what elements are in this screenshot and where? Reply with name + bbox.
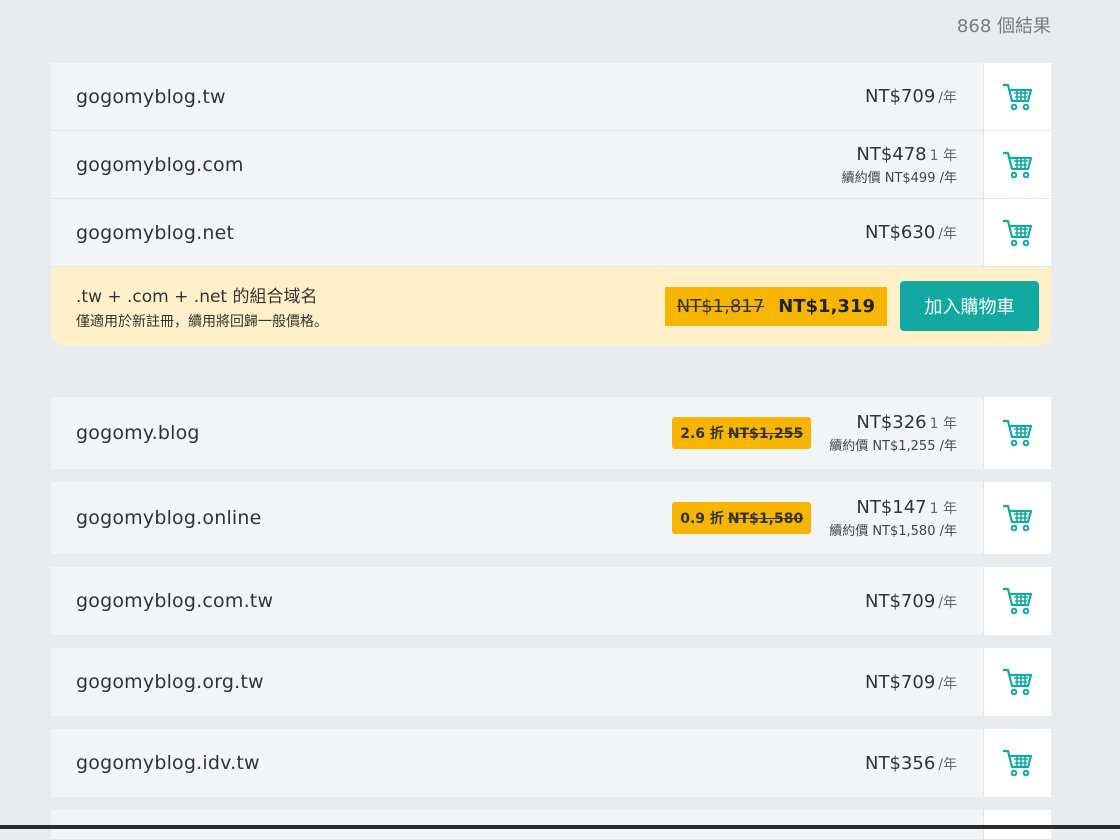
renewal-price: 續約價 NT$1,580 /年 [829,524,957,539]
pricing: NT$478 1 年 續約價 NT$499 /年 [842,131,983,198]
shopping-cart-icon [1002,83,1032,110]
add-to-cart-button[interactable] [983,131,1051,198]
domain-row: gogomyblog.com.tw NT$709/年 [51,567,1051,635]
price: NT$147 1 年 [856,497,957,518]
domain-row: gogomyblog.tw NT$709/年 [51,63,1051,131]
domain-row: gogomyblog.org.tw NT$709/年 [51,648,1051,716]
discount-badge: 0.9 折 NT$1,580 [672,502,812,534]
pricing: NT$356/年 [865,729,983,797]
shopping-cart-icon [1002,219,1032,246]
combo-new-price: NT$1,319 [778,295,875,317]
domain-row: gogomyblog.online 0.9 折 NT$1,580 NT$147 1 … [51,482,1051,554]
price: NT$326 1 年 [856,412,957,433]
combo-title: .tw + .com + .net 的組合域名 [76,286,318,307]
pricing: NT$709/年 [865,567,983,635]
add-to-cart-button[interactable] [983,648,1051,716]
pricing: NT$630/年 [865,199,983,266]
combo-old-price: NT$1,817 [676,295,765,317]
domain-name: gogomyblog.org.tw [76,671,264,693]
renewal-price: 續約價 NT$499 /年 [841,170,957,186]
add-to-cart-button[interactable] [983,482,1051,554]
pricing: 0.9 折 NT$1,580 NT$147 1 年 續約價 NT$1,580 /年 [672,482,983,554]
shopping-cart-icon [1002,151,1032,178]
domain-group-suggestions: gogomy.blog 2.6 折 NT$1,255 NT$326 1 年 續約價 … [51,397,1051,840]
combo-price-badge: NT$1,817 NT$1,319 [664,286,887,326]
shopping-cart-icon [1002,668,1032,696]
bottom-scrollbar[interactable] [0,825,1120,829]
domain-row: gogomyblog.idv.tw NT$356/年 [51,729,1051,797]
domain-name: gogomyblog.online [76,507,262,529]
price: NT$709/年 [865,590,957,612]
discount-badge: 2.6 折 NT$1,255 [672,417,812,449]
domain-row: gogomyblog.com NT$478 1 年 續約價 NT$499 /年 [51,131,1051,199]
combo-bundle-offer: .tw + .com + .net 的組合域名 僅適用於新註冊，續用將回歸一般價… [51,267,1051,345]
combo-add-to-cart-button[interactable]: 加入購物車 [900,281,1039,331]
domain-name: gogomyblog.net [76,221,235,244]
pricing: 2.6 折 NT$1,255 NT$326 1 年 續約價 NT$1,255 /年 [672,397,983,469]
add-to-cart-button[interactable] [983,397,1051,469]
domain-name: gogomyblog.tw [76,85,226,108]
shopping-cart-icon [1002,419,1032,447]
domain-name: gogomyblog.idv.tw [76,752,260,774]
add-to-cart-button[interactable] [983,567,1051,635]
domain-name: gogomyblog.com [76,153,244,176]
pricing: NT$709/年 [865,648,983,716]
domain-name: gogomyblog.com.tw [76,590,274,612]
add-to-cart-button[interactable] [983,729,1051,797]
domain-group-primary: gogomyblog.tw NT$709/年 gogomyblog.com NT… [51,63,1051,345]
domain-name: gogomy.blog [76,422,200,444]
pricing: NT$709/年 [865,63,983,130]
renewal-price: 續約價 NT$1,255 /年 [829,439,957,454]
price: NT$709/年 [865,86,957,107]
price: NT$630/年 [865,222,957,243]
results-count: 868 個結果 [956,16,1051,37]
shopping-cart-icon [1002,749,1032,777]
domain-row: gogomyblog.net NT$630/年 [51,199,1051,267]
price: NT$356/年 [865,752,957,774]
price: NT$478 1 年 [856,143,957,165]
add-to-cart-button[interactable] [983,199,1051,266]
combo-note: 僅適用於新註冊，續用將回歸一般價格。 [76,313,328,330]
shopping-cart-icon [1002,504,1032,532]
domain-row: gogomy.blog 2.6 折 NT$1,255 NT$326 1 年 續約價 … [51,397,1051,469]
shopping-cart-icon [1002,587,1032,615]
add-to-cart-button[interactable] [983,63,1051,130]
price: NT$709/年 [865,671,957,693]
